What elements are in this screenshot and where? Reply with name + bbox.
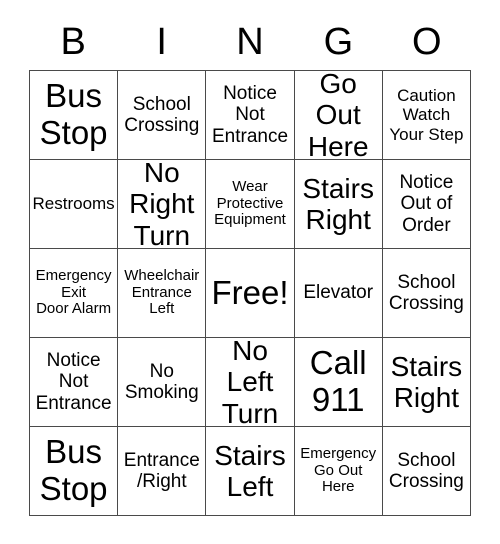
header-letter-i: I [156,21,167,63]
bingo-cell-r4c5[interactable]: Stairs Right [382,338,471,427]
bingo-cell-label: No Smoking [124,360,199,403]
bingo-cell-r1c2[interactable]: School Crossing [118,71,207,160]
bingo-cell-r2c5[interactable]: Notice Out of Order [382,160,471,249]
bingo-cell-r2c2[interactable]: No Right Turn [118,160,207,249]
header-letter-b: B [60,21,86,63]
bingo-cell-label: Bus Stop [39,433,108,507]
bingo-cell-label: Caution Watch Your Step [389,86,464,144]
bingo-cell-r5c4[interactable]: Emergency Go Out Here [294,427,383,516]
bingo-cell-r3c5[interactable]: School Crossing [382,249,471,338]
header-letter-o: O [412,21,442,63]
bingo-cell-r1c4[interactable]: Go Out Here [294,71,383,160]
bingo-cell-label: Emergency Exit Door Alarm [35,266,112,318]
bingo-cell-r2c3[interactable]: Wear Protective Equipment [206,160,295,249]
header-letter-g: G [323,21,354,63]
bingo-cell-label: Notice Out of Order [399,172,454,236]
bingo-cell-label: Entrance /Right [123,449,200,492]
bingo-cell-label: Go Out Here [307,71,369,160]
bingo-cell-r1c3[interactable]: Notice Not Entrance [206,71,295,160]
bingo-cell-r5c3[interactable]: Stairs Left [206,427,295,516]
bingo-cell-r1c1[interactable]: Bus Stop [30,71,119,160]
bingo-cell-r2c4[interactable]: Stairs Right [294,160,383,249]
bingo-cell-label: Notice Not Entrance [211,83,289,147]
bingo-cell-label: School Crossing [388,449,464,492]
bingo-cell-r5c2[interactable]: Entrance /Right [118,427,207,516]
bingo-cell-label: Wheelchair Entrance Left [124,266,200,318]
bingo-header-row: B I N G O [29,18,471,66]
bingo-cell-r3c4[interactable]: Elevator [294,249,383,338]
bingo-cell-label: School Crossing [124,93,200,136]
bingo-cell-label: Call 911 [309,344,367,418]
bingo-cell-label: Stairs Right [302,172,374,235]
bingo-cell-label: Wear Protective Equipment [214,177,286,229]
bingo-cell-r3c2[interactable]: Wheelchair Entrance Left [118,249,207,338]
bingo-cell-r4c4[interactable]: Call 911 [294,338,383,427]
bingo-cell-label: Notice Not Entrance [35,350,112,414]
bingo-cell-r4c2[interactable]: No Smoking [118,338,207,427]
bingo-cell-label: Stairs Left [214,439,286,502]
bingo-cell-label: Elevator [303,282,374,304]
bingo-cell-label: Bus Stop [39,77,108,151]
header-letter-n: N [236,21,264,63]
bingo-card: B I N G O Bus Stop School Crossing Notic… [0,0,500,544]
bingo-cell-label: Stairs Right [390,350,463,413]
bingo-cell-r4c3[interactable]: No Left Turn [206,338,295,427]
bingo-cell-r5c5[interactable]: School Crossing [382,427,471,516]
bingo-cell-r1c5[interactable]: Caution Watch Your Step [382,71,471,160]
bingo-cell-r5c1[interactable]: Bus Stop [30,427,119,516]
bingo-grid: Bus Stop School Crossing Notice Not Entr… [29,70,471,516]
bingo-cell-label: No Right Turn [129,160,195,249]
bingo-cell-label: Restrooms [32,194,115,214]
bingo-cell-free-space[interactable]: Free! [206,249,295,338]
bingo-cell-label: School Crossing [388,271,464,314]
bingo-cell-label: Emergency Go Out Here [300,444,377,496]
bingo-cell-r4c1[interactable]: Notice Not Entrance [30,338,119,427]
bingo-cell-r3c1[interactable]: Emergency Exit Door Alarm [30,249,119,338]
free-space-label: Free! [211,273,289,311]
bingo-cell-r2c1[interactable]: Restrooms [30,160,119,249]
bingo-cell-label: No Left Turn [221,338,279,427]
